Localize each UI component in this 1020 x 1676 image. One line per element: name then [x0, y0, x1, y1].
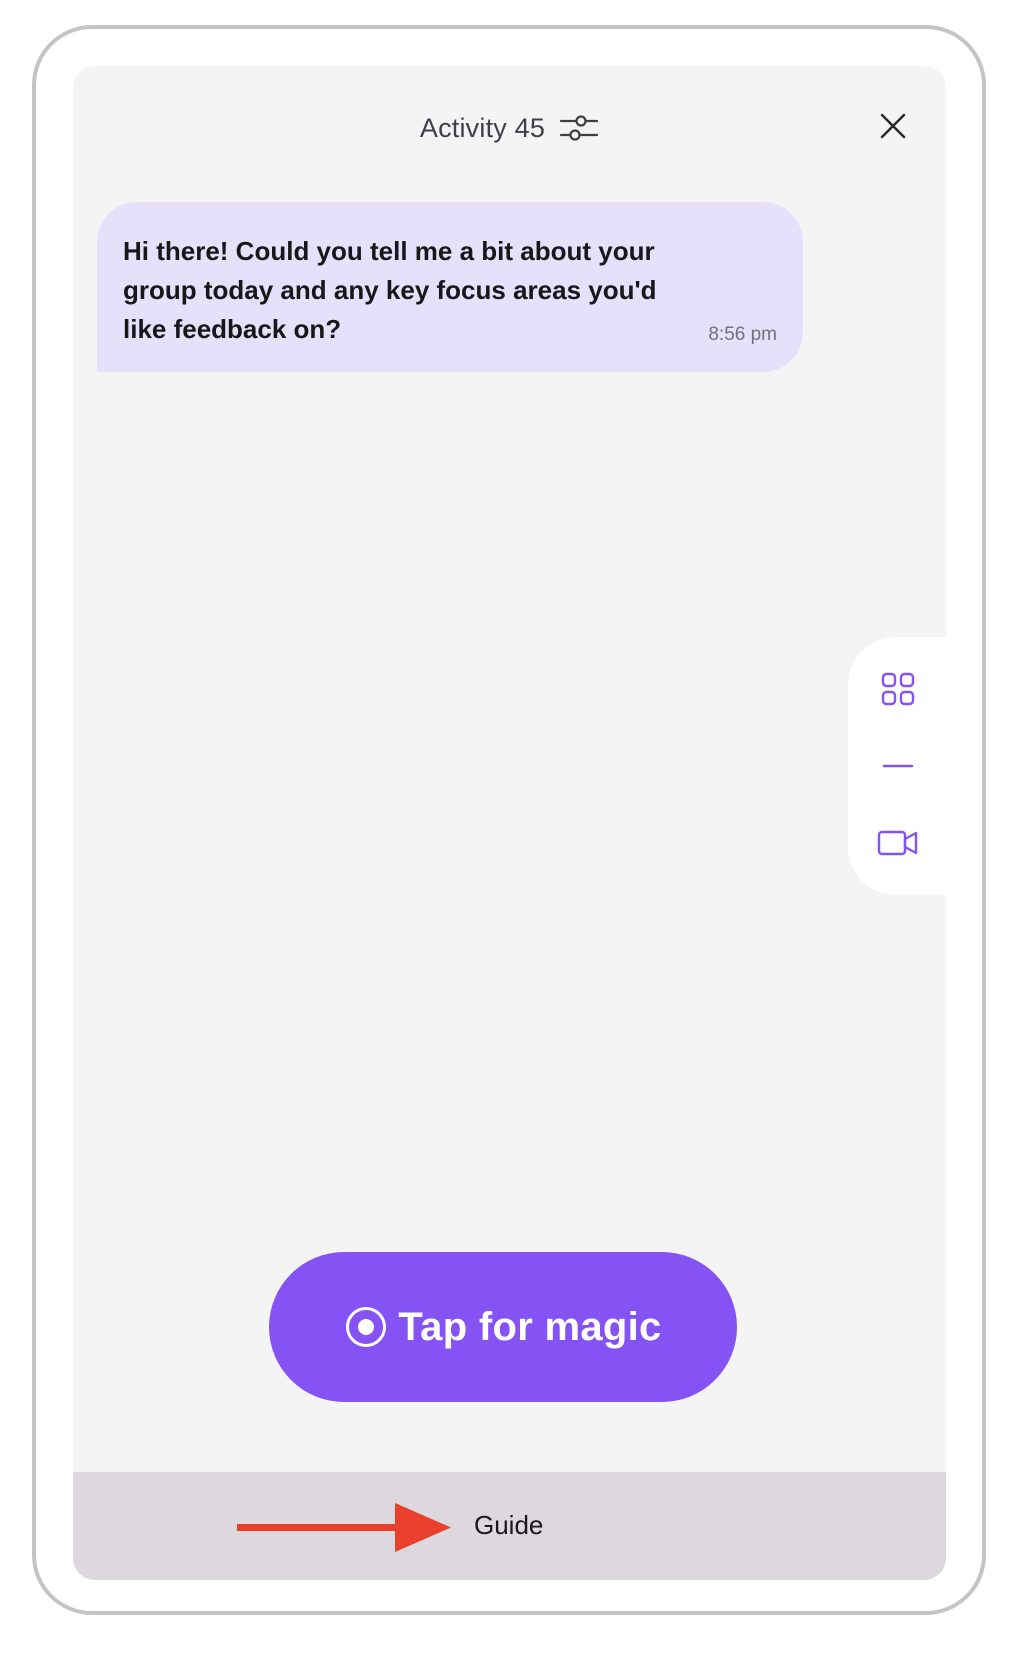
minimize-button[interactable]: [870, 738, 926, 794]
tap-for-magic-label: Tap for magic: [398, 1304, 662, 1349]
guide-bar: Guide: [73, 1472, 946, 1580]
grid-icon: [881, 672, 915, 706]
chat-message-bubble: Hi there! Could you tell me a bit about …: [97, 202, 803, 372]
video-button[interactable]: [870, 815, 926, 871]
guide-link[interactable]: Guide: [474, 1510, 543, 1541]
sliders-icon[interactable]: [559, 112, 599, 144]
chat-message-timestamp: 8:56 pm: [708, 324, 777, 345]
header: Activity 45: [73, 66, 946, 190]
video-camera-icon: [877, 830, 918, 856]
grid-button[interactable]: [870, 661, 926, 717]
tap-for-magic-button[interactable]: Tap for magic: [269, 1252, 737, 1402]
record-icon: [346, 1307, 387, 1347]
arrow-right-icon: [237, 1503, 451, 1552]
chat-message-text: Hi there! Could you tell me a bit about …: [123, 236, 657, 344]
close-icon: [880, 113, 906, 139]
page-title: Activity 45: [419, 112, 546, 143]
header-title-group[interactable]: Activity 45: [73, 106, 946, 150]
minus-icon: [882, 764, 914, 768]
side-toolbar: [848, 637, 946, 895]
app-screen: Activity 45 Hi there! Could you tell me …: [73, 66, 946, 1580]
close-button[interactable]: [875, 108, 911, 144]
